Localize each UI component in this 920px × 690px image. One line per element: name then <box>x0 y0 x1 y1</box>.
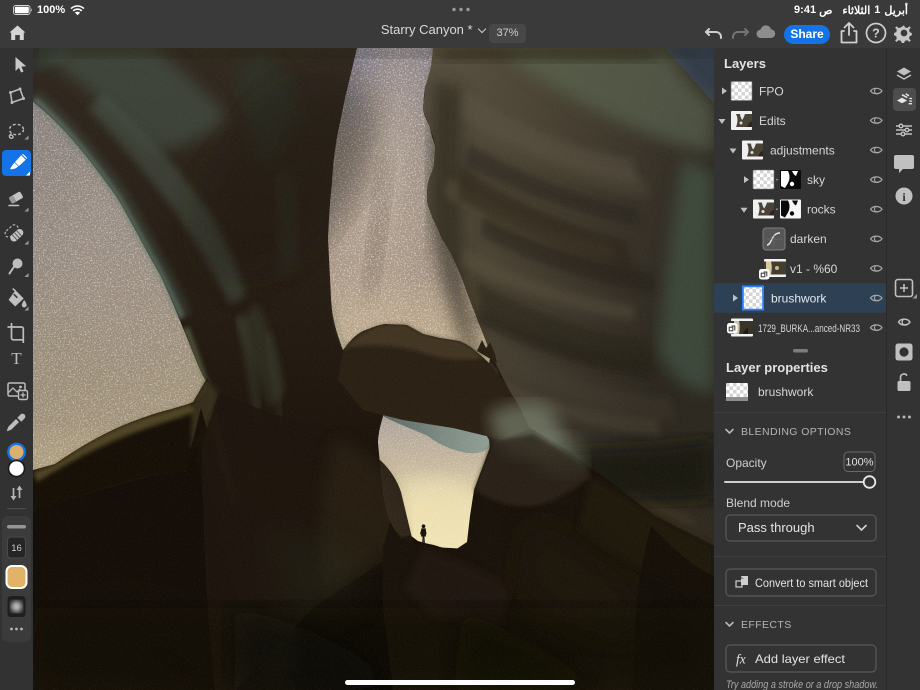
svg-text:FPO: FPO <box>759 85 784 99</box>
svg-text:brushwork: brushwork <box>771 291 827 305</box>
svg-text:Convert to smart object: Convert to smart object <box>755 576 869 590</box>
svg-text:16: 16 <box>11 543 22 554</box>
svg-text:T: T <box>11 349 22 368</box>
svg-text:1729_BURKA...anced-NR33: 1729_BURKA...anced-NR33 <box>758 323 860 335</box>
svg-text:Edits: Edits <box>759 114 786 128</box>
svg-text:rocks: rocks <box>807 203 836 217</box>
svg-text:Layers: Layers <box>724 56 766 71</box>
svg-text:EFFECTS: EFFECTS <box>741 619 792 631</box>
svg-text:BLENDING OPTIONS: BLENDING OPTIONS <box>741 426 851 438</box>
svg-text:brushwork: brushwork <box>758 385 814 399</box>
svg-text:fx: fx <box>736 652 746 667</box>
svg-text:Try adding a stroke or a drop: Try adding a stroke or a drop shadow. <box>726 679 878 690</box>
svg-text:Layer properties: Layer properties <box>726 360 828 375</box>
svg-text:Pass through: Pass through <box>738 520 815 535</box>
svg-text:v1 - %60: v1 - %60 <box>790 262 838 276</box>
svg-text:Add layer effect: Add layer effect <box>755 652 846 666</box>
svg-text:sky: sky <box>807 173 825 187</box>
svg-text:Opacity: Opacity <box>726 456 767 470</box>
svg-text:100%: 100% <box>845 457 873 469</box>
svg-text:adjustments: adjustments <box>770 144 835 158</box>
svg-text:?: ? <box>872 26 880 40</box>
svg-text:darken: darken <box>790 232 827 246</box>
svg-text:Blend mode: Blend mode <box>726 496 790 510</box>
